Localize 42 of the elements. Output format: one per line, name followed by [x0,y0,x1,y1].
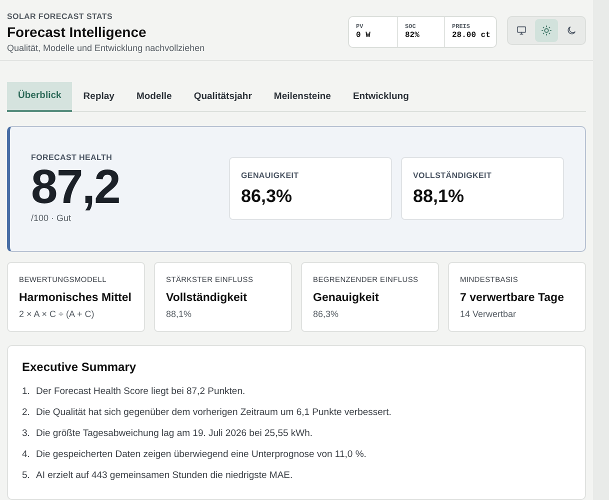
summary-item: Die gespeicherten Daten zeigen überwiegend eine Unterprognose von 11,0 %. [36,448,366,462]
summary-title: Executive Summary [22,358,138,375]
page-title: Forecast Intelligence [7,23,148,41]
metric-label: VOLLSTÄNDIGKEIT [413,170,493,181]
tab[interactable]: Replay [72,82,126,112]
tab[interactable]: Überblick [7,82,72,112]
health-caption: /100 · Gut [31,213,72,224]
tab[interactable]: Modelle [125,82,183,112]
list-number: 2. [22,406,31,420]
card-value: Vollständigkeit [166,290,248,305]
moon-icon [566,25,577,36]
metric-value: 88,1% [413,184,466,207]
card-value: 7 verwertbare Tage [460,290,565,305]
tab[interactable]: Entwicklung [342,82,420,112]
list-number: 5. [22,468,31,483]
eyebrow-label: SOLAR FORECAST STATS [7,12,114,22]
monitor-icon [516,25,527,36]
summary-item: Die größte Tagesabweichung lag am 19. Juli 2026 bei 25,55 kWh. [36,426,313,441]
card-value: Genauigkeit [313,290,380,305]
card-detail: 86,3% [313,308,340,320]
list-number: 3. [22,426,31,441]
card-detail: 14 Verwertbar [460,308,518,320]
card-detail: 88,1% [166,308,193,320]
card-value: Harmonisches Mittel [19,290,132,305]
card-detail: 2 × A × C ÷ (A + C) [19,308,96,320]
summary-item: Der Forecast Health Score liegt bei 87,2 Punkten. [36,384,246,399]
stat-value: 0 W [356,31,372,41]
metric-value: 86,3% [241,184,294,207]
summary-item: Die Qualität hat sich gegenüber dem vorherigen Zeitraum um 6,1 Punkte verbessert. [36,406,392,420]
tab[interactable]: Meilensteine [262,82,342,112]
health-score: 87,2 [31,163,121,214]
summary-item: AI erzielt auf 443 gemeinsamen Stunden die niedrigste MAE. [36,468,293,483]
stat-value: 28.00 ct [452,31,489,41]
sun-icon [541,25,552,36]
list-number: 4. [22,448,31,462]
stat-value: 82% [405,31,420,41]
metric-label: GENAUIGKEIT [241,170,300,181]
health-label: FORECAST HEALTH [31,153,114,164]
list-number: 1. [22,384,31,399]
theme-button[interactable] [535,19,558,42]
page-subtitle: Qualität, Modelle und Entwicklung nachvollziehen [7,42,205,54]
tab[interactable]: Qualitätsjahr [182,82,263,112]
